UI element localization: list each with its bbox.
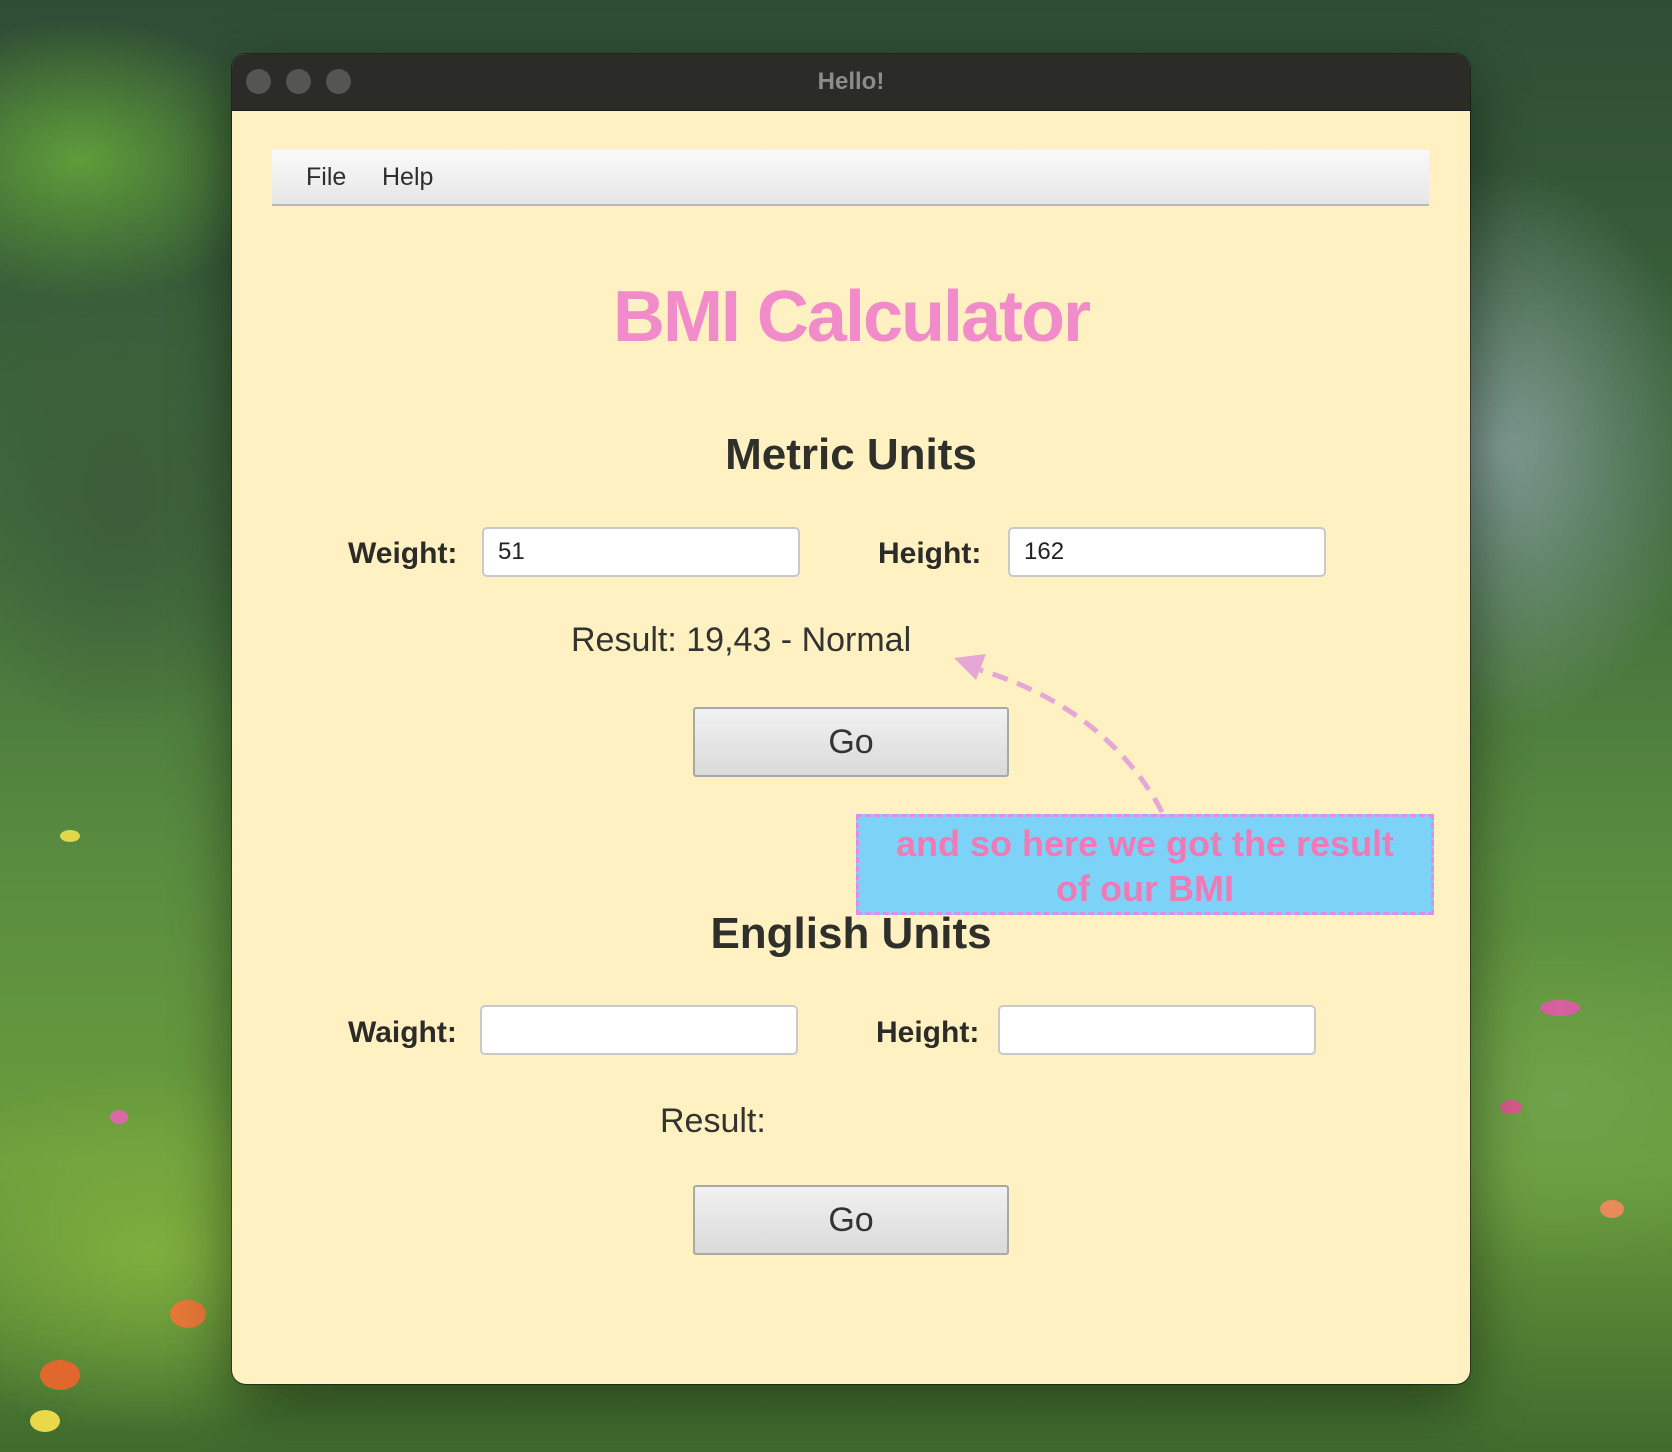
flower-decoration <box>1540 1000 1580 1016</box>
flower-decoration <box>30 1410 60 1432</box>
english-height-input[interactable] <box>998 1005 1316 1055</box>
metric-units-heading: Metric Units <box>725 430 977 479</box>
app-window: Hello! File Help BMI Calculator Metric U… <box>232 54 1470 1384</box>
flower-decoration <box>40 1360 80 1390</box>
english-units-heading: English Units <box>710 909 992 958</box>
annotation-line-2: of our BMI <box>1056 868 1234 909</box>
annotation-callout: and so here we got the result of our BMI <box>856 814 1434 915</box>
metric-result: Result: 19,43 - Normal <box>571 621 912 659</box>
app-title: BMI Calculator <box>612 277 1091 357</box>
english-height-label: Height: <box>876 1016 980 1049</box>
annotation-arrow-icon <box>954 654 1165 814</box>
menu-bar: File Help <box>272 150 1429 206</box>
flower-decoration <box>60 830 80 842</box>
metric-weight-label: Weight: <box>348 537 458 570</box>
annotation-line-1: and so here we got the result <box>895 823 1395 864</box>
english-go-button[interactable]: Go <box>693 1185 1009 1255</box>
menu-file[interactable]: File <box>306 163 346 192</box>
metric-weight-input[interactable] <box>482 527 800 577</box>
metric-height-label: Height: <box>878 537 982 570</box>
flower-decoration <box>1500 1100 1522 1114</box>
flower-decoration <box>110 1110 128 1124</box>
metric-height-input[interactable] <box>1008 527 1326 577</box>
english-weight-input[interactable] <box>480 1005 798 1055</box>
english-weight-label: Waight: <box>348 1016 457 1049</box>
flower-decoration <box>170 1300 206 1328</box>
menu-help[interactable]: Help <box>382 163 433 192</box>
english-result: Result: <box>660 1102 766 1140</box>
flower-decoration <box>1600 1200 1624 1218</box>
title-bar[interactable]: Hello! <box>232 54 1470 111</box>
window-title: Hello! <box>817 68 885 95</box>
